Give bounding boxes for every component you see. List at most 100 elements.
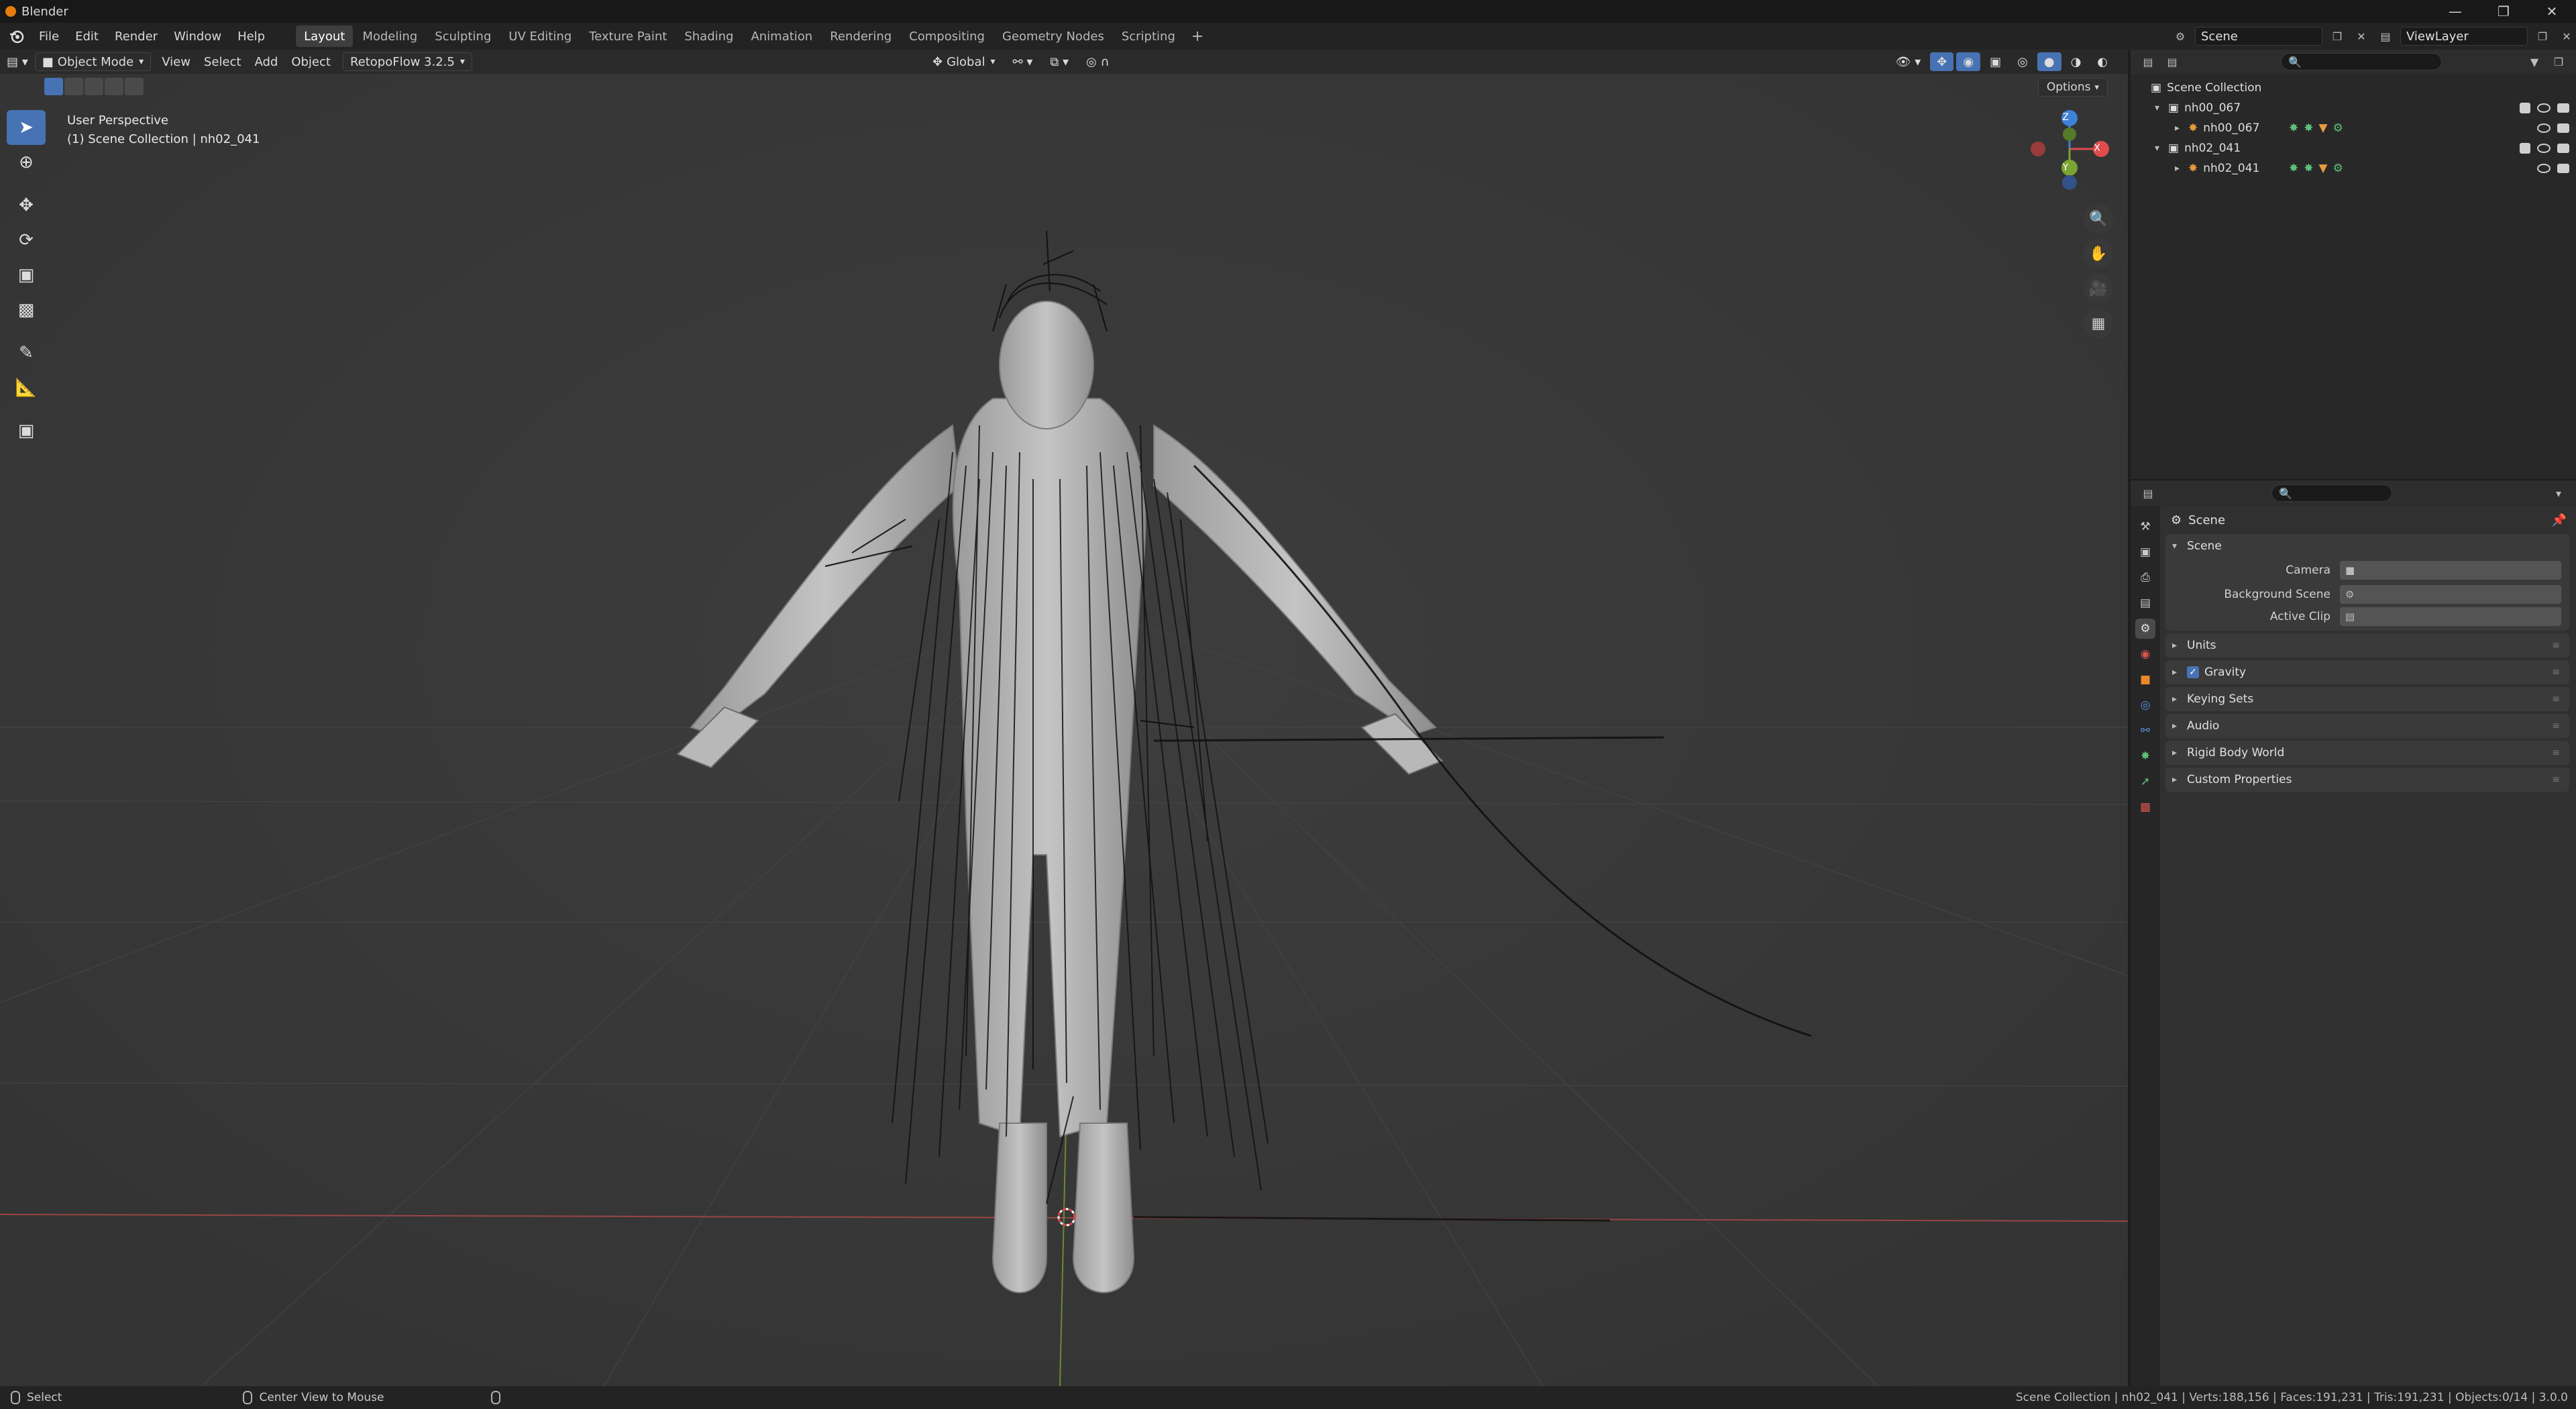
scene-tab-icon[interactable]: ⚙	[2135, 619, 2155, 639]
scale-tool-icon[interactable]: ▣	[7, 258, 46, 293]
rigid-body-world-panel[interactable]: ▸ Rigid Body World ≡	[2165, 741, 2569, 765]
exclude-checkbox-icon[interactable]	[2520, 143, 2530, 154]
new-scene-icon[interactable]: ❐	[2328, 27, 2347, 46]
tab-sculpting[interactable]: Sculpting	[427, 25, 499, 47]
select-intersect-icon[interactable]	[125, 78, 144, 95]
menu-select[interactable]: Select	[197, 52, 248, 71]
expand-chevron-icon[interactable]: ▾	[2155, 103, 2164, 113]
tool-tab-icon[interactable]: ⚒	[2135, 517, 2155, 537]
camera-view-icon[interactable]: 🎥	[2084, 274, 2113, 303]
object-data-tab-icon[interactable]: ✸	[2135, 746, 2155, 766]
annotate-tool-icon[interactable]: ✎	[7, 335, 46, 370]
measure-tool-icon[interactable]: 📐	[7, 370, 46, 405]
tab-shading[interactable]: Shading	[676, 25, 741, 47]
select-invert-icon[interactable]	[105, 78, 123, 95]
menu-edit[interactable]: Edit	[67, 23, 107, 50]
rotate-tool-icon[interactable]: ⟳	[7, 223, 46, 258]
new-view-layer-icon[interactable]: ❐	[2533, 27, 2552, 46]
chevron-down-icon[interactable]: ▾	[2549, 484, 2568, 503]
restore-icon[interactable]: ❐	[2479, 0, 2528, 23]
blender-menu-icon[interactable]	[7, 26, 27, 46]
physics-tab-icon[interactable]: ◎	[2135, 695, 2155, 715]
gravity-panel[interactable]: ▸ ✓ Gravity ≡	[2165, 660, 2569, 684]
delete-scene-icon[interactable]: ✕	[2352, 27, 2371, 46]
tab-animation[interactable]: Animation	[743, 25, 820, 47]
wireframe-shading-icon[interactable]: ◎	[2010, 52, 2035, 71]
eye-icon[interactable]	[2537, 164, 2551, 173]
options-dropdown[interactable]: Options ▾	[2037, 78, 2108, 97]
exclude-checkbox-icon[interactable]	[2520, 103, 2530, 113]
pin-icon[interactable]: 📌	[2552, 513, 2567, 527]
snap-icon[interactable]: ⧉ ▾	[1043, 52, 1075, 71]
move-tool-icon[interactable]: ✥	[7, 188, 46, 223]
xray-icon[interactable]: ▣	[1983, 52, 2008, 71]
expand-chevron-icon[interactable]: ▸	[2175, 163, 2184, 174]
outliner-editor-icon[interactable]: ▤	[2139, 52, 2157, 71]
tree-row[interactable]: ▸ ✸ nh02_041 ✸ ✸ ▼ ⚙	[2131, 158, 2576, 178]
camera-icon[interactable]	[2557, 144, 2569, 153]
tab-uv-editing[interactable]: UV Editing	[500, 25, 580, 47]
constraints-tab-icon[interactable]: ⚯	[2135, 721, 2155, 741]
output-tab-icon[interactable]: ⎙	[2135, 568, 2155, 588]
scene-icon[interactable]: ⚙	[2171, 27, 2190, 46]
menu-render[interactable]: Render	[107, 23, 166, 50]
properties-search-input[interactable]: 🔍	[2271, 484, 2392, 502]
solid-shading-icon[interactable]: ●	[2037, 52, 2061, 71]
tab-scripting[interactable]: Scripting	[1114, 25, 1183, 47]
orientation-dropdown[interactable]: ✥ Global ▾	[926, 52, 1002, 71]
camera-icon[interactable]	[2557, 123, 2569, 133]
gravity-checkbox[interactable]: ✓	[2187, 666, 2199, 678]
minimize-icon[interactable]: —	[2431, 0, 2479, 23]
outliner-search-input[interactable]: 🔍	[2281, 53, 2442, 70]
drag-grip-icon[interactable]: ≡	[2552, 640, 2560, 651]
delete-view-layer-icon[interactable]: ✕	[2557, 27, 2576, 46]
view-layer-icon[interactable]: ▤	[2376, 27, 2395, 46]
mode-dropdown[interactable]: ■ Object Mode ▾	[34, 52, 152, 71]
select-new-icon[interactable]	[44, 78, 63, 95]
units-panel[interactable]: ▸ Units ≡	[2165, 633, 2569, 658]
menu-view[interactable]: View	[155, 52, 197, 71]
expand-chevron-icon[interactable]: ▾	[2155, 143, 2164, 154]
menu-window[interactable]: Window	[166, 23, 229, 50]
drag-grip-icon[interactable]: ≡	[2552, 747, 2560, 758]
proportional-edit-icon[interactable]: ◎ ∩	[1079, 52, 1116, 71]
object-tab-icon[interactable]: ■	[2135, 670, 2155, 690]
menu-file[interactable]: File	[31, 23, 67, 50]
select-subtract-icon[interactable]	[85, 78, 103, 95]
keying-sets-panel[interactable]: ▸ Keying Sets ≡	[2165, 687, 2569, 711]
cursor-tool-icon[interactable]: ⊕	[7, 145, 46, 180]
eye-icon[interactable]	[2537, 123, 2551, 133]
scene-name-field[interactable]: Scene	[2195, 27, 2322, 46]
drag-grip-icon[interactable]: ≡	[2552, 667, 2560, 678]
tree-row[interactable]: ▾ ▣ nh00_067	[2131, 98, 2576, 118]
rendered-shading-icon[interactable]: ◐	[2090, 52, 2114, 71]
perspective-toggle-icon[interactable]: ▦	[2084, 309, 2113, 338]
tab-layout[interactable]: Layout	[296, 25, 354, 47]
overlay-toggle-icon[interactable]: ◉	[1956, 52, 1981, 71]
texture-tab-icon[interactable]: ▩	[2135, 797, 2155, 817]
tab-geometry-nodes[interactable]: Geometry Nodes	[994, 25, 1112, 47]
select-extend-icon[interactable]	[64, 78, 83, 95]
menu-add[interactable]: Add	[248, 52, 284, 71]
properties-editor-icon[interactable]: ▤	[2139, 484, 2157, 503]
camera-field[interactable]: ■	[2340, 561, 2561, 580]
render-tab-icon[interactable]: ▣	[2135, 542, 2155, 562]
view-layer-tab-icon[interactable]: ▤	[2135, 593, 2155, 613]
drag-grip-icon[interactable]: ≡	[2552, 694, 2560, 704]
drag-grip-icon[interactable]: ≡	[2552, 774, 2560, 785]
expand-chevron-icon[interactable]: ▸	[2175, 123, 2184, 134]
zoom-icon[interactable]: 🔍	[2084, 204, 2113, 233]
gizmo-toggle-icon[interactable]: ✥	[1930, 52, 1954, 71]
add-cube-tool-icon[interactable]: ▣	[7, 413, 46, 448]
menu-help[interactable]: Help	[229, 23, 273, 50]
add-workspace-icon[interactable]: +	[1185, 28, 1210, 45]
close-icon[interactable]: ✕	[2528, 0, 2576, 23]
audio-panel[interactable]: ▸ Audio ≡	[2165, 714, 2569, 738]
tree-row-scene-collection[interactable]: ▣ Scene Collection	[2131, 78, 2576, 98]
pan-hand-icon[interactable]: ✋	[2084, 239, 2113, 268]
bone-tab-icon[interactable]: ➚	[2135, 772, 2155, 792]
visibility-icon[interactable]: 👁 ▾	[1889, 52, 1928, 71]
active-clip-field[interactable]: ▤	[2340, 607, 2561, 626]
pivot-icon[interactable]: ⚯ ▾	[1006, 52, 1040, 71]
material-shading-icon[interactable]: ◑	[2064, 52, 2088, 71]
